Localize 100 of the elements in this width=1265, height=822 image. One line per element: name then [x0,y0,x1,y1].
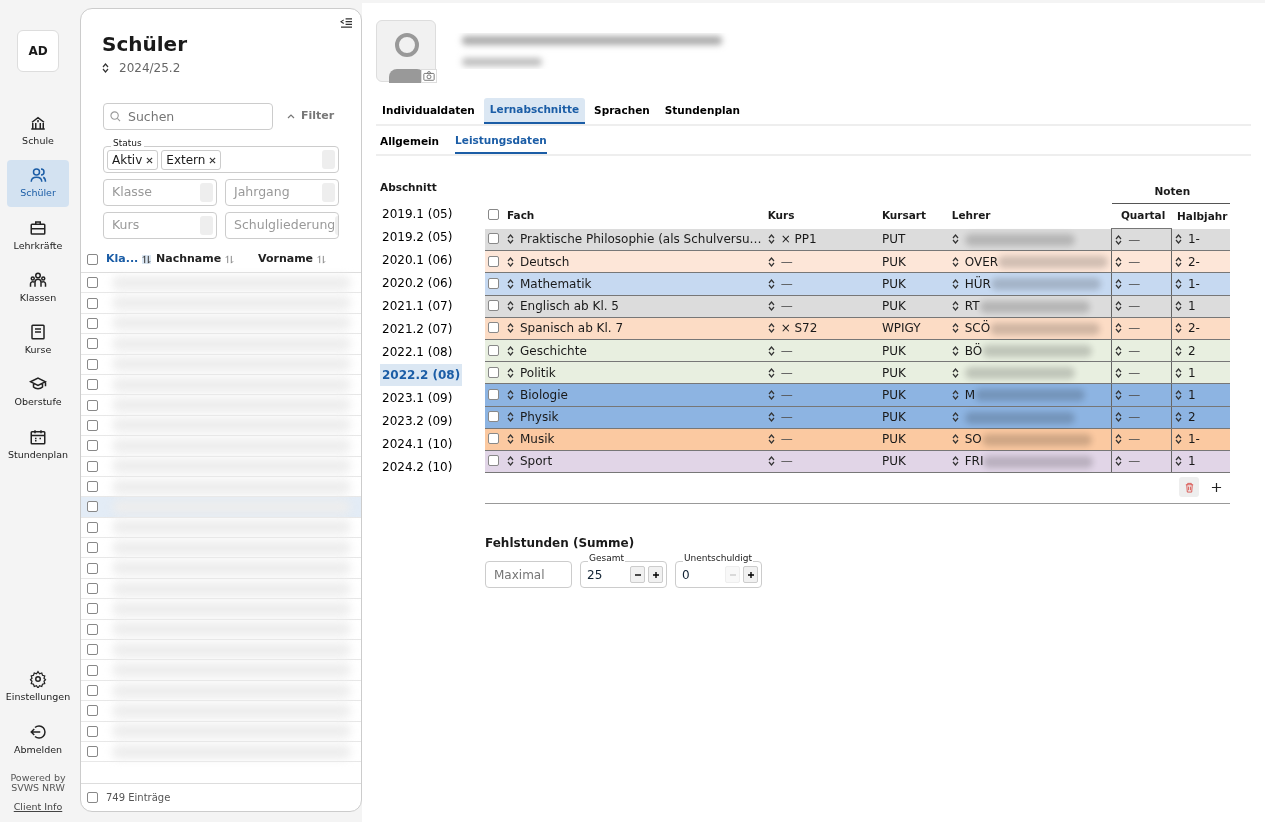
sort-icon[interactable] [507,278,514,289]
search-field[interactable]: Suchen [103,103,273,130]
grade-select[interactable]: 2 [1187,410,1196,425]
subject-select[interactable]: Spanisch ab Kl. 7 [520,321,624,336]
row-checkbox[interactable] [87,603,98,615]
sort-icon[interactable] [507,434,514,445]
row-checkbox[interactable] [87,746,98,758]
grade-select[interactable]: 2 [1187,343,1196,358]
sort-icon[interactable] [507,456,514,467]
sort-icon[interactable] [507,256,514,267]
sort-icon[interactable] [767,323,775,334]
remove-icon[interactable] [209,156,217,164]
section-item[interactable]: 2019.1 (05) [380,203,455,226]
row-checkbox[interactable] [488,255,499,267]
row-checkbox[interactable] [87,317,98,329]
subject-select[interactable]: Musik [520,432,555,447]
grade-select[interactable]: 1- [1187,432,1200,447]
sort-icon[interactable] [142,254,152,264]
increment-button[interactable] [648,566,663,584]
row-checkbox[interactable] [87,562,98,574]
subject-select[interactable]: Deutsch [520,254,570,269]
section-item[interactable]: 2019.2 (05) [380,226,455,249]
row-checkbox[interactable] [87,419,98,431]
sort-icon[interactable] [767,256,775,267]
row-checkbox[interactable] [87,460,98,472]
delete-button[interactable] [1179,477,1199,498]
sort-icon[interactable] [767,456,775,467]
sort-icon[interactable] [1115,367,1123,378]
row-checkbox[interactable] [87,725,98,737]
course-select[interactable]: — [780,454,793,469]
section-item[interactable]: 2024.1 (10) [380,433,455,456]
section-item[interactable]: 2020.1 (06) [380,249,455,272]
course-select[interactable]: × PP1 [780,232,817,247]
course-select[interactable]: — [780,276,793,291]
teacher-select[interactable]: HÜR [964,276,991,291]
row-checkbox[interactable] [488,455,499,467]
nav-item[interactable]: Lehrkräfte [7,212,69,259]
subtab[interactable]: Leistungsdaten [455,129,547,154]
teacher-select[interactable]: SO [964,432,982,447]
row-checkbox[interactable] [87,542,98,554]
teacher-select[interactable]: M [964,387,976,402]
sort-icon[interactable] [767,345,775,356]
sort-icon[interactable] [951,323,959,334]
row-checkbox[interactable] [87,705,98,717]
sort-icon[interactable] [507,345,514,356]
teacher-select[interactable]: BÖ [964,343,983,358]
sort-icon[interactable] [1174,367,1182,378]
filter-button[interactable]: Filter [281,107,341,126]
sort-icon[interactable] [951,367,959,378]
sort-icon[interactable] [507,301,514,312]
subject-select[interactable]: Englisch ab Kl. 5 [520,299,619,314]
status-select[interactable]: Aktiv Extern [103,146,339,173]
subtab[interactable]: Allgemein [380,129,440,154]
tab[interactable]: Individualdaten [376,98,481,124]
column-header[interactable]: Kla... [106,251,156,268]
sort-icon[interactable] [1115,389,1123,400]
nav-item[interactable]: Schule [7,108,69,155]
sort-icon[interactable] [951,278,959,289]
row-checkbox[interactable] [488,277,499,289]
sort-icon[interactable] [951,345,959,356]
sort-icon[interactable] [507,367,514,378]
tab[interactable]: Lernabschnitte [483,98,586,124]
sort-icon[interactable] [767,278,775,289]
grade-select[interactable]: — [1128,321,1141,336]
grade-select[interactable]: — [1128,299,1141,314]
sort-icon[interactable] [1174,323,1182,334]
section-item[interactable]: 2020.2 (06) [380,272,455,295]
sort-icon[interactable] [1115,256,1123,267]
teacher-select[interactable]: OVER [964,254,999,269]
row-checkbox[interactable] [87,277,98,289]
section-item[interactable]: 2023.2 (09) [380,410,455,433]
sort-icon[interactable] [1174,345,1182,356]
select-all-checkbox[interactable] [87,254,98,265]
tab[interactable]: Stundenplan [658,98,747,124]
sort-icon[interactable] [1174,234,1182,245]
grade-select[interactable]: — [1128,454,1141,469]
grade-select[interactable]: 1 [1187,299,1196,314]
sort-icon[interactable] [102,63,109,73]
column-header[interactable]: Vorname [258,251,338,268]
user-avatar[interactable]: AD [17,30,59,72]
sort-icon[interactable] [1115,278,1123,289]
sort-icon[interactable] [951,234,959,245]
section-item[interactable]: 2022.2 (08) [380,364,463,387]
sort-icon[interactable] [951,389,959,400]
remove-icon[interactable] [146,156,154,164]
sort-icon[interactable] [1174,434,1182,445]
camera-icon[interactable] [421,69,437,83]
row-checkbox[interactable] [87,440,98,452]
row-checkbox[interactable] [87,399,98,411]
school-year-selector[interactable]: 2024/25.2 [119,59,181,77]
row-checkbox[interactable] [87,297,98,309]
sort-icon[interactable] [951,456,959,467]
row-checkbox[interactable] [87,644,98,656]
grade-select[interactable]: — [1128,365,1141,380]
row-checkbox[interactable] [488,366,499,378]
course-select[interactable]: — [780,432,793,447]
nav-item[interactable]: Kurse [7,317,69,364]
nav-item[interactable]: Schüler [7,160,69,207]
subject-select[interactable]: Politik [520,365,556,380]
sort-icon[interactable] [1174,301,1182,312]
